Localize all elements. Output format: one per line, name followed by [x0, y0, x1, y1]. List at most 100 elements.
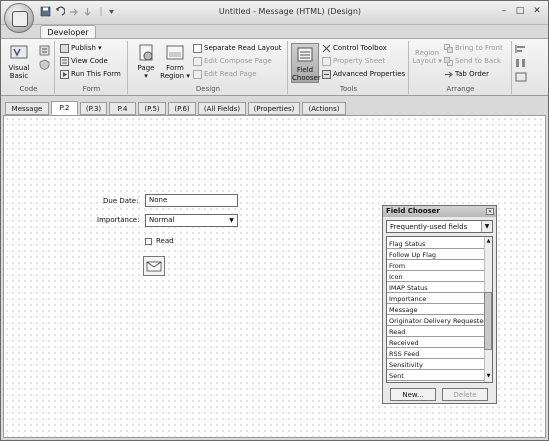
tab-message[interactable]: Message: [5, 102, 49, 115]
field-list[interactable]: Flag Status Follow Up Flag From Icon IMA…: [386, 236, 493, 383]
envelope-icon[interactable]: [143, 256, 165, 276]
minimize-icon[interactable]: –: [497, 5, 511, 17]
control-toolbox-icon: [322, 44, 331, 53]
redo-icon[interactable]: [68, 6, 79, 17]
visual-basic-label: Visual Basic: [8, 64, 30, 80]
field-chooser-button[interactable]: Field Chooser: [291, 43, 321, 83]
send-to-back-label: Send to Back: [455, 57, 502, 65]
align-icon[interactable]: [515, 44, 527, 54]
scrollbar-thumb[interactable]: [484, 292, 492, 350]
edit-compose-page-label: Edit Compose Page: [204, 57, 272, 65]
run-form-icon: [60, 69, 69, 79]
list-item[interactable]: Read: [387, 327, 484, 337]
control-toolbox-label: Control Toolbox: [333, 44, 387, 52]
design-group: Page ▾ Form Region ▾ Separate Read Layout…: [129, 41, 288, 94]
send-to-back-button[interactable]: Send to Back: [444, 56, 501, 67]
list-item[interactable]: Follow Up Flag: [387, 250, 484, 260]
tab-p3[interactable]: (P.3): [80, 102, 107, 115]
edit-compose-page-button[interactable]: Edit Compose Page: [193, 56, 272, 67]
list-item[interactable]: RSS Feed: [387, 349, 484, 359]
tab-p4[interactable]: P.4: [109, 102, 136, 115]
delete-field-button[interactable]: Delete: [442, 388, 488, 401]
property-sheet-label: Property Sheet: [333, 57, 386, 65]
tab-p6[interactable]: (P.6): [168, 102, 196, 115]
advanced-properties-button[interactable]: Advanced Properties: [322, 69, 405, 80]
chevron-down-icon[interactable]: ▼: [481, 221, 492, 232]
form-region-button[interactable]: Form Region ▾: [160, 44, 190, 80]
list-item[interactable]: Received: [387, 338, 484, 348]
read-label: Read: [156, 237, 174, 245]
bring-to-front-button[interactable]: Bring to Front: [444, 43, 503, 54]
close-icon[interactable]: ✕: [486, 208, 494, 215]
tab-p2[interactable]: P.2: [51, 101, 78, 115]
list-item[interactable]: Icon: [387, 272, 484, 282]
tab-actions[interactable]: (Actions): [302, 102, 346, 115]
macros-icon[interactable]: [39, 45, 50, 56]
run-this-form-label: Run This Form: [71, 70, 121, 78]
edit-read-page-button[interactable]: Edit Read Page: [193, 69, 257, 80]
scroll-up-icon[interactable]: ▲: [485, 238, 492, 245]
form-group: Publish ▾ View Code Run This Form Form: [56, 41, 128, 94]
read-checkbox[interactable]: [145, 238, 152, 245]
page-button[interactable]: Page ▾: [132, 44, 160, 80]
new-field-button[interactable]: New...: [390, 388, 436, 401]
arrange-group-label: Arrange: [446, 85, 475, 93]
close-icon[interactable]: ✕: [530, 5, 544, 17]
field-chooser-icon: [295, 46, 315, 64]
send-to-back-icon: [444, 56, 453, 66]
tab-developer[interactable]: Developer: [40, 25, 96, 39]
form-group-label: Form: [82, 85, 101, 93]
field-category-value: Frequently-used fields: [390, 223, 468, 231]
maximize-icon[interactable]: □: [513, 5, 527, 17]
down-arrow-icon[interactable]: [82, 6, 93, 17]
separate-read-layout-button[interactable]: Separate Read Layout: [193, 43, 282, 54]
scroll-down-icon[interactable]: ▼: [485, 373, 492, 380]
code-group: Visual Basic Code: [3, 41, 55, 94]
tab-order-button[interactable]: Tab Order: [444, 69, 489, 80]
macro-security-icon[interactable]: [39, 59, 50, 70]
due-date-field[interactable]: None: [145, 194, 238, 207]
tab-order-label: Tab Order: [455, 70, 489, 78]
undo-icon[interactable]: [54, 6, 66, 17]
field-category-dropdown[interactable]: Frequently-used fields ▼: [386, 220, 493, 233]
size-icon[interactable]: [515, 72, 527, 82]
office-button[interactable]: [4, 3, 34, 33]
publish-button[interactable]: Publish ▾: [60, 43, 102, 54]
design-group-label: Design: [195, 85, 221, 93]
arrange-group: Region Layout ▾ Bring to Front Send to B…: [410, 41, 512, 94]
view-code-button[interactable]: View Code: [60, 56, 108, 67]
list-item[interactable]: From: [387, 261, 484, 271]
importance-label: Importance:: [97, 216, 140, 224]
page-label: Page: [137, 64, 155, 72]
tab-order-icon: [444, 70, 453, 79]
tab-properties[interactable]: (Properties): [248, 102, 300, 115]
customize-qat-icon[interactable]: [106, 6, 117, 17]
chevron-down-icon[interactable]: ▼: [226, 215, 237, 226]
property-sheet-icon: [322, 56, 331, 66]
list-item[interactable]: Importance: [387, 294, 484, 304]
visual-basic-button[interactable]: Visual Basic: [7, 44, 31, 80]
property-sheet-button[interactable]: Property Sheet: [322, 56, 385, 67]
save-icon[interactable]: [40, 6, 51, 17]
list-item[interactable]: Flag Status: [387, 239, 484, 249]
list-item[interactable]: Message: [387, 305, 484, 315]
list-item[interactable]: Sent: [387, 371, 484, 381]
run-this-form-button[interactable]: Run This Form: [60, 69, 121, 80]
tab-p5[interactable]: (P.5): [138, 102, 166, 115]
region-layout-button[interactable]: Region Layout ▾: [412, 49, 442, 65]
list-item[interactable]: Sensitivity: [387, 360, 484, 370]
publish-label: Publish: [71, 44, 96, 52]
control-toolbox-button[interactable]: Control Toolbox: [322, 43, 387, 54]
list-item[interactable]: IMAP Status: [387, 283, 484, 293]
advanced-properties-icon: [322, 69, 331, 79]
importance-dropdown[interactable]: Normal ▼: [145, 214, 238, 227]
distribute-icon[interactable]: [515, 58, 527, 68]
form-region-label: Form Region: [160, 64, 185, 80]
tab-all-fields[interactable]: (All Fields): [198, 102, 246, 115]
publish-icon: [60, 43, 69, 53]
field-chooser-label: Field Chooser: [292, 66, 321, 82]
list-item[interactable]: Originator Delivery Requested: [387, 316, 484, 326]
view-code-label: View Code: [71, 57, 108, 65]
window-title: Untitled - Message (HTML) (Design): [218, 7, 362, 16]
view-code-icon: [60, 56, 69, 66]
